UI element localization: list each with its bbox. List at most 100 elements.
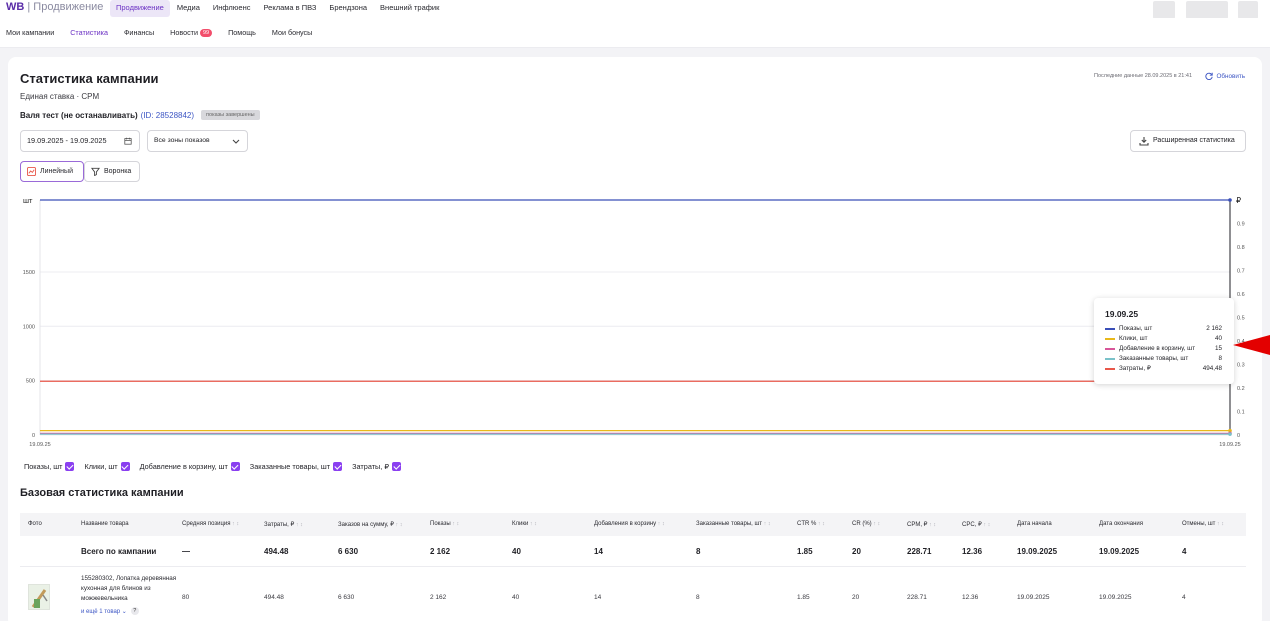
column-header[interactable]: CR (%) ↑ ↕ xyxy=(852,521,880,527)
column-header[interactable]: Заказов на сумму, ₽ ↑ ↕ xyxy=(338,521,403,528)
tooltip-date: 19.09.25 xyxy=(1105,309,1139,319)
tooltip-row-clicks: Клики, шт 40 xyxy=(1105,335,1222,342)
column-header[interactable]: Добавления в корзину ↑ ↕ xyxy=(594,521,665,527)
table-cell: 19.09.2025 xyxy=(1017,594,1050,601)
more-products-link[interactable]: и ещё 1 товар ⌄? xyxy=(81,607,139,615)
column-header[interactable]: CPM, ₽ ↑ ↕ xyxy=(907,521,936,528)
legend-item-spend[interactable]: Затраты, ₽ xyxy=(352,462,401,471)
column-header[interactable]: Заказанные товары, шт ↑ ↕ xyxy=(696,521,771,527)
table-cell: 6 630 xyxy=(338,594,355,601)
total-cell: 228.71 xyxy=(907,547,932,556)
sort-icon[interactable]: ↑ ↕ xyxy=(294,522,303,528)
column-header: Название товара xyxy=(81,521,129,527)
total-cell: 4 xyxy=(1182,547,1187,556)
y-right-tick-label: 0 xyxy=(1237,433,1240,439)
sub-nav: Мои кампании Статистика Финансы Новости 9… xyxy=(6,28,328,37)
total-cell: 19.09.2025 xyxy=(1099,547,1140,556)
table-cell: 20 xyxy=(852,594,860,601)
column-header[interactable]: CTR % ↑ ↕ xyxy=(797,521,825,527)
line-chart: 05001000150000.10.20.30.40.50.60.70.80.9… xyxy=(23,196,1245,448)
top-bar: WB | Продвижение Продвижение Медиа Инфлю… xyxy=(0,0,1270,19)
tooltip-row-spend: Затраты, ₽494,48 xyxy=(1105,365,1222,372)
table-cell: 40 xyxy=(512,594,520,601)
sort-icon[interactable]: ↑ ↕ xyxy=(528,521,537,527)
sort-icon[interactable]: ↑ ↕ xyxy=(872,521,880,527)
legend-checkbox-impressions[interactable] xyxy=(65,462,75,471)
sort-icon[interactable]: ↑ ↕ xyxy=(451,521,459,527)
y-right-tick-label: 0.8 xyxy=(1237,245,1245,251)
sort-icon[interactable]: ↑ ↕ xyxy=(231,521,239,527)
table-cell: 228.71 xyxy=(907,594,927,601)
column-header[interactable]: Средняя позиция ↑ ↕ xyxy=(182,521,239,527)
table-total-row: Всего по кампании — 494.48 6 630 2 162 40 14 8 1… xyxy=(20,536,1246,567)
account-avatar[interactable] xyxy=(1153,1,1175,19)
product-name[interactable]: 155280302, Лопатка деревянная кухонная д… xyxy=(81,574,177,604)
table-title: Базовая статистика кампании xyxy=(20,487,184,499)
profile-icon[interactable] xyxy=(1238,1,1258,19)
subnav-my-campaigns[interactable]: Мои кампании xyxy=(6,28,54,37)
top-nav-media[interactable]: Медиа xyxy=(171,0,206,17)
y-right-tick-label: 0.6 xyxy=(1237,292,1245,298)
total-cell: Всего по кампании xyxy=(81,547,157,556)
sort-icon[interactable]: ↑ ↕ xyxy=(927,522,936,528)
subnav-finance[interactable]: Финансы xyxy=(124,28,154,37)
column-header[interactable]: Клики ↑ ↕ xyxy=(512,521,537,527)
legend-item-ordered[interactable]: Заказанные товары, шт xyxy=(250,462,343,471)
sort-icon[interactable]: ↑ ↕ xyxy=(982,522,990,528)
top-nav-brandzone[interactable]: Брендзона xyxy=(323,0,373,17)
top-nav-pvz-ads[interactable]: Реклама в ПВЗ xyxy=(258,0,323,17)
legend-item-clicks[interactable]: Клики, шт xyxy=(84,462,130,471)
column-header[interactable]: Затраты, ₽ ↑ ↕ xyxy=(264,521,303,528)
y-right-axis-label: ₽ xyxy=(1236,196,1241,205)
x-tick-label: 19.09.25 xyxy=(29,442,50,448)
column-header[interactable]: CPC, ₽ ↑ ↕ xyxy=(962,521,990,528)
subnav-statistics[interactable]: Статистика xyxy=(70,28,108,37)
table-cell: 2 162 xyxy=(430,594,447,601)
total-cell: — xyxy=(182,547,190,556)
product-photo[interactable] xyxy=(28,584,50,610)
y-left-tick-label: 1500 xyxy=(23,270,35,276)
y-right-tick-label: 0.2 xyxy=(1237,386,1245,392)
sort-icon[interactable]: ↑ ↕ xyxy=(1215,521,1224,527)
tooltip-row-cart: Добавление в корзину, шт 15 xyxy=(1105,345,1222,352)
y-left-axis-label: шт xyxy=(23,196,33,205)
top-nav-influence[interactable]: Инфлюенс xyxy=(207,0,257,17)
table-cell: 8 xyxy=(696,594,700,601)
logo[interactable]: WB | Продвижение xyxy=(6,1,103,13)
sort-icon[interactable]: ↑ ↕ xyxy=(762,521,771,527)
subnav-news[interactable]: Новости 99 xyxy=(170,28,213,37)
legend-checkbox-spend[interactable] xyxy=(392,462,401,471)
column-header[interactable]: Показы ↑ ↕ xyxy=(430,521,459,527)
column-header: Дата окончания xyxy=(1099,521,1144,527)
total-cell: 14 xyxy=(594,547,603,556)
legend-item-impressions[interactable]: Показы, шт xyxy=(24,462,75,471)
total-cell: 12.36 xyxy=(962,547,983,556)
table-cell: 12.36 xyxy=(962,594,979,601)
subnav-help[interactable]: Помощь xyxy=(228,28,256,37)
sort-icon[interactable]: ↑ ↕ xyxy=(816,521,825,527)
top-nav-external-traffic[interactable]: Внешний трафик xyxy=(374,0,445,17)
legend-checkbox-clicks[interactable] xyxy=(120,462,130,471)
help-icon[interactable]: ? xyxy=(130,607,139,615)
sort-icon[interactable]: ↑ ↕ xyxy=(656,521,665,527)
sort-icon[interactable]: ↑ ↕ xyxy=(394,522,403,528)
series-point-impressions xyxy=(1228,198,1232,202)
legend-checkbox-cart[interactable] xyxy=(230,462,240,471)
table-cell: 14 xyxy=(594,594,602,601)
total-cell: 19.09.2025 xyxy=(1017,547,1058,556)
y-left-tick-label: 1000 xyxy=(23,324,35,330)
legend-item-cart[interactable]: Добавление в корзину, шт xyxy=(140,462,240,471)
account-menu[interactable] xyxy=(1186,1,1228,19)
column-header: Дата начала xyxy=(1017,521,1052,527)
table-header: Фото Название товара Средняя позиция ↑ ↕ За… xyxy=(20,513,1246,536)
table-row[interactable]: 155280302, Лопатка деревянная кухонная д… xyxy=(20,567,1246,621)
column-header: Фото xyxy=(28,521,42,527)
top-nav-promotion[interactable]: Продвижение xyxy=(110,0,170,17)
column-header[interactable]: Отмены, шт ↑ ↕ xyxy=(1182,521,1224,527)
tooltip-row-impressions: Показы, шт 2 162 xyxy=(1105,325,1222,332)
total-cell: 20 xyxy=(852,547,861,556)
total-cell: 6 630 xyxy=(338,547,359,556)
stats-card: Статистика кампании Единая ставка · CPM … xyxy=(8,57,1270,621)
subnav-my-bonuses[interactable]: Мои бонусы xyxy=(272,28,312,37)
legend-checkbox-ordered[interactable] xyxy=(333,462,343,471)
